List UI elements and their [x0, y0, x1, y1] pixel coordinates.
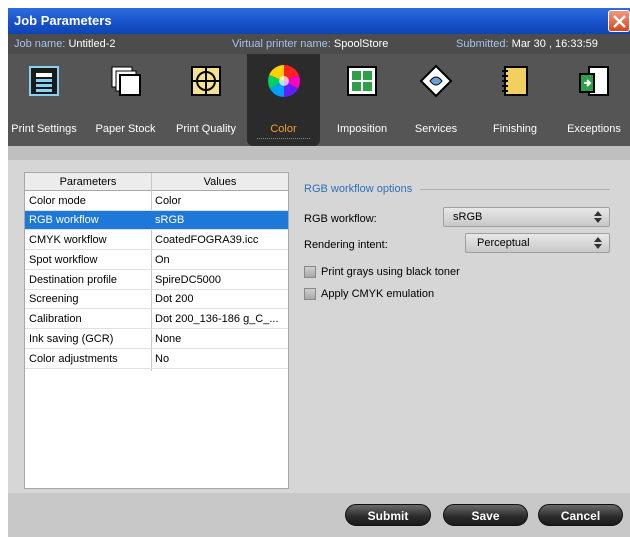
- select-arrows-icon: [594, 211, 602, 223]
- param-value: Dot 200: [155, 293, 194, 305]
- table-row[interactable]: CMYK workflow CoatedFOGRA39.icc: [25, 231, 288, 250]
- color-wheel-icon: [267, 65, 300, 97]
- rendering-intent-select[interactable]: Perceptual: [465, 233, 610, 253]
- cancel-button[interactable]: Cancel: [538, 504, 623, 526]
- tab-imposition[interactable]: Imposition: [326, 54, 398, 142]
- param-value: SpireDC5000: [155, 274, 222, 286]
- active-tab-indicator: [257, 138, 310, 140]
- tab-exceptions[interactable]: Exceptions: [559, 54, 629, 142]
- virtual-printer-label: Virtual printer name:: [232, 38, 331, 50]
- table-row[interactable]: Spot workflow On: [25, 251, 288, 270]
- param-name: Destination profile: [29, 274, 118, 286]
- submitted-value: Mar 30 , 16:33:59: [511, 38, 598, 50]
- print-grays-label: Print grays using black toner: [321, 266, 460, 278]
- column-header-values: Values: [203, 176, 237, 188]
- tab-services-label: Services: [414, 123, 458, 135]
- job-info-bar: Job name: Untitled-2 Virtual printer nam…: [8, 34, 630, 54]
- tab-imposition-label: Imposition: [336, 123, 388, 135]
- paper-stock-icon: [111, 66, 141, 96]
- param-value: Dot 200_136-186 g_C_...: [155, 313, 279, 325]
- table-row-selected[interactable]: RGB workflow sRGB: [25, 211, 288, 230]
- rendering-intent-value: Perceptual: [477, 237, 530, 249]
- param-name: Calibration: [29, 313, 82, 325]
- job-name-value: Untitled-2: [68, 38, 116, 50]
- submit-button[interactable]: Submit: [345, 504, 431, 526]
- select-arrows-icon: [594, 237, 602, 249]
- save-button[interactable]: Save: [443, 504, 528, 526]
- param-name: RGB workflow: [29, 214, 99, 226]
- tab-print-quality[interactable]: Print Quality: [168, 54, 244, 142]
- param-value: On: [155, 254, 170, 266]
- options-section-title: RGB workflow options: [304, 183, 413, 195]
- window-title: Job Parameters: [14, 13, 112, 28]
- cmyk-emulation-checkbox[interactable]: [304, 288, 316, 300]
- finishing-icon: [502, 66, 528, 96]
- param-name: Screening: [29, 293, 79, 305]
- tab-color[interactable]: Color: [247, 54, 320, 146]
- parameters-table: Parameters Values Color mode Color RGB w…: [24, 172, 289, 489]
- table-row[interactable]: Color adjustments No: [25, 350, 288, 369]
- param-value: No: [155, 353, 170, 365]
- column-header-parameters: Parameters: [59, 176, 117, 188]
- options-section-divider: [420, 189, 610, 190]
- tab-color-label: Color: [270, 123, 297, 135]
- table-row[interactable]: Color mode Color: [25, 192, 288, 211]
- toolbar-separator-strip: [8, 146, 630, 160]
- table-header: Parameters Values: [25, 173, 288, 191]
- param-value: CoatedFOGRA39.icc: [155, 234, 259, 246]
- tab-finishing[interactable]: Finishing: [480, 54, 550, 142]
- submitted-label: Submitted:: [456, 38, 509, 50]
- print-quality-icon: [191, 66, 221, 96]
- rgb-workflow-select[interactable]: sRGB: [443, 207, 610, 227]
- print-settings-icon: [29, 66, 59, 96]
- exceptions-icon: [579, 66, 609, 96]
- table-row[interactable]: Destination profile SpireDC5000: [25, 271, 288, 290]
- rendering-intent-label: Rendering intent:: [304, 239, 388, 251]
- table-row[interactable]: Ink saving (GCR) None: [25, 330, 288, 349]
- imposition-icon: [347, 66, 377, 96]
- tab-print-settings-label: Print Settings: [11, 123, 77, 135]
- param-value: None: [155, 333, 182, 345]
- param-name: Color mode: [29, 195, 86, 207]
- param-name: Color adjustments: [29, 353, 118, 365]
- close-icon: [613, 15, 626, 28]
- job-name-label: Job name:: [14, 38, 66, 50]
- tab-exceptions-label: Exceptions: [567, 123, 621, 135]
- param-name: Ink saving (GCR): [29, 333, 114, 345]
- close-button[interactable]: [608, 10, 630, 32]
- param-value: Color: [155, 195, 182, 207]
- title-bar: Job Parameters: [8, 8, 630, 34]
- tab-finishing-label: Finishing: [492, 123, 538, 135]
- param-name: Spot workflow: [29, 254, 98, 266]
- cmyk-emulation-label: Apply CMYK emulation: [321, 288, 435, 300]
- tab-paper-stock-label: Paper Stock: [95, 123, 156, 135]
- print-grays-checkbox[interactable]: [304, 266, 316, 278]
- param-value: sRGB: [155, 214, 185, 226]
- rgb-workflow-value: sRGB: [453, 211, 483, 223]
- tab-services[interactable]: Services: [403, 54, 469, 142]
- services-icon: [419, 64, 453, 98]
- table-row[interactable]: Screening Dot 200: [25, 290, 288, 309]
- tab-paper-stock[interactable]: Paper Stock: [88, 54, 163, 142]
- tab-print-quality-label: Print Quality: [176, 123, 236, 135]
- table-row[interactable]: Calibration Dot 200_136-186 g_C_...: [25, 310, 288, 329]
- tab-print-settings[interactable]: Print Settings: [8, 54, 80, 142]
- button-bar: [8, 493, 630, 537]
- virtual-printer-value: SpoolStore: [333, 38, 389, 50]
- param-name: CMYK workflow: [29, 234, 107, 246]
- rgb-workflow-label: RGB workflow:: [304, 213, 377, 225]
- parameter-category-toolbar: Print Settings Paper Stock Print Quality: [8, 54, 630, 146]
